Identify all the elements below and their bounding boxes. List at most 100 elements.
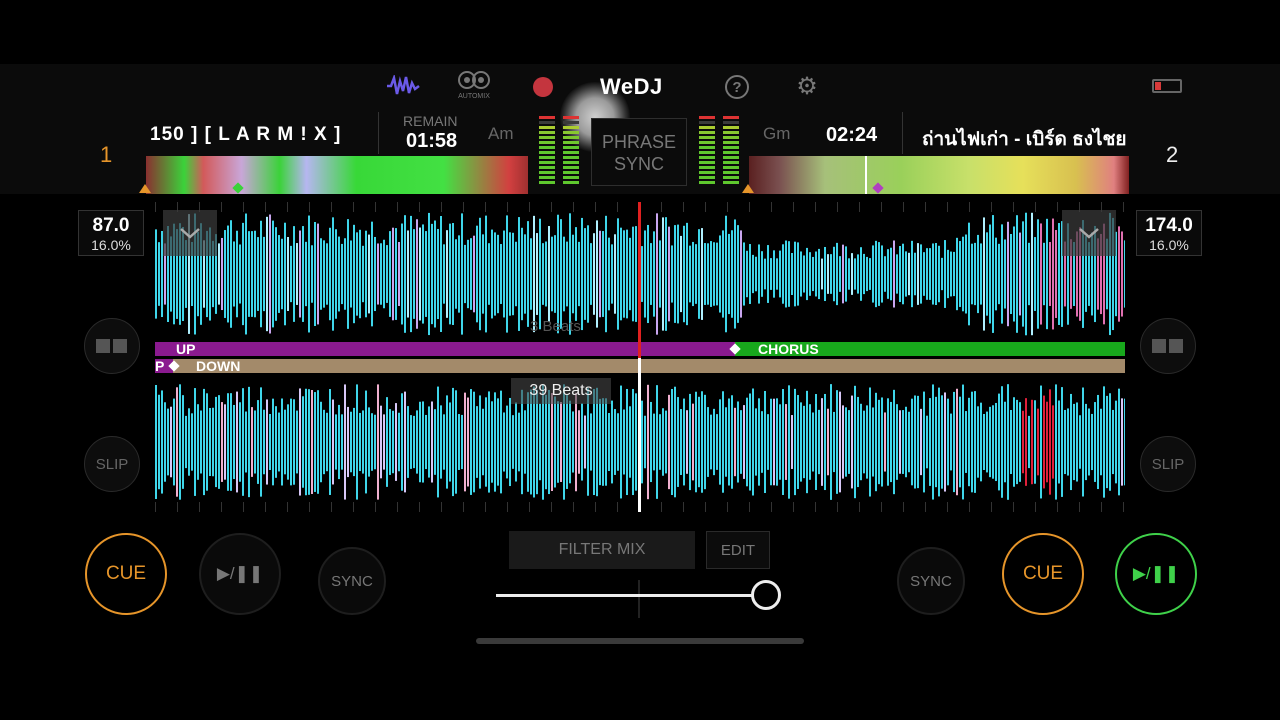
waveform-bar [425, 414, 427, 470]
divider [378, 112, 379, 154]
waveform-bar [737, 401, 739, 483]
record-button[interactable] [533, 77, 553, 97]
waveform-bar [761, 251, 763, 297]
deck2-cue-button[interactable]: CUE [1002, 533, 1084, 615]
waveform-bar [770, 398, 772, 486]
waveform-bar [437, 228, 439, 320]
waveform-bar [263, 236, 265, 312]
waveform-bar [803, 255, 805, 293]
waveform-bar [629, 237, 631, 311]
help-icon[interactable]: ? [725, 75, 749, 99]
waveform-bar [848, 258, 850, 290]
deck1-sync-button[interactable]: SYNC [318, 547, 386, 615]
waveform-bar [992, 215, 994, 333]
deck2-bpm-display[interactable]: 174.0 16.0% [1136, 210, 1202, 256]
waveform-bar [1103, 386, 1105, 498]
waveform-bar [797, 395, 799, 489]
waveform-bar [539, 218, 541, 330]
waveform-bar [530, 238, 532, 310]
phrase-sync-button[interactable]: PHRASE SYNC [591, 118, 687, 186]
waveform-bar [257, 237, 259, 311]
deck1-time[interactable]: 01:58 [406, 130, 457, 153]
waveform-bar [974, 242, 976, 306]
waveform-bar [839, 256, 841, 292]
deck1-track-title[interactable]: 150 ] [ L A R M ! X ] [150, 124, 376, 146]
deck2-time[interactable]: 02:24 [826, 124, 877, 147]
deck2-pad-toggle[interactable] [1140, 318, 1196, 374]
battery-icon [1152, 79, 1182, 93]
waveform-bar [989, 406, 991, 478]
deck1-pad-toggle[interactable] [84, 318, 140, 374]
automix-button[interactable]: AUTOMIX [452, 70, 496, 104]
waveform-bar [785, 240, 787, 308]
waveform-bar [266, 216, 268, 332]
waveform-bar [284, 222, 286, 326]
waveform-bar [440, 216, 442, 332]
waveform-bar [548, 389, 550, 495]
waveform-bar [536, 233, 538, 315]
deck2-sync-button[interactable]: SYNC [897, 547, 965, 615]
edit-button[interactable]: EDIT [706, 531, 770, 569]
waveform-bar [563, 236, 565, 312]
waveform-bar [1019, 402, 1021, 482]
deck1-cue-button[interactable]: CUE [85, 533, 167, 615]
waveform-bar [353, 224, 355, 324]
filter-mix-button[interactable]: FILTER MIX [509, 531, 695, 569]
waveform-bar [278, 412, 280, 472]
deck2-track-title[interactable]: ถ่านไฟเก่า - เบิร์ด ธงไชย [922, 124, 1128, 154]
waveform-bar [1094, 402, 1096, 482]
waveform-bar [236, 230, 238, 318]
waveform-bar [572, 411, 574, 473]
waveform-bar [878, 399, 880, 485]
waveform-bar [1046, 401, 1048, 483]
deck1-bpm-display[interactable]: 87.0 16.0% [78, 210, 144, 256]
waveform-bar [707, 407, 709, 477]
deck1-play-pause-button[interactable]: ▶/❚❚ [199, 533, 281, 615]
deck2-slip-button[interactable]: SLIP [1140, 436, 1196, 492]
waveform-bar [368, 407, 370, 477]
waveform-bar [773, 398, 775, 486]
waveform-bar [923, 391, 925, 493]
waveform-bar [995, 237, 997, 311]
waveform-bar [980, 243, 982, 305]
waveform-bar [704, 243, 706, 305]
waveform-bar [698, 229, 700, 319]
waveform-bar [848, 410, 850, 474]
deck2-play-pause-button[interactable]: ▶/❚❚ [1115, 533, 1197, 615]
waveform-bar [743, 405, 745, 479]
waveform-bar [281, 398, 283, 486]
waveform-bar [914, 252, 916, 296]
waveform-bar [629, 406, 631, 478]
waveform-bar [1013, 226, 1015, 322]
deck1-collapse-button[interactable] [163, 210, 217, 256]
waveform-bar [635, 393, 637, 491]
waveform-bar [287, 237, 289, 311]
waveform-bar [275, 227, 277, 321]
waveform-bar [1031, 399, 1033, 485]
waveform-bar [236, 391, 238, 493]
waveform-bar [1124, 398, 1125, 486]
waveform-bar [644, 230, 646, 318]
waveform-bar [764, 390, 766, 494]
waveform-bar [566, 241, 568, 307]
waveform-bar [980, 402, 982, 482]
gear-icon[interactable]: ⚙ [795, 73, 819, 100]
deck1-slip-button[interactable]: SLIP [84, 436, 140, 492]
deck1-overview-waveform[interactable] [146, 156, 528, 194]
waveform-bar [557, 214, 559, 334]
waveform-bar [560, 402, 562, 482]
deck2-overview-waveform[interactable] [749, 156, 1129, 194]
waveform-bar [551, 393, 553, 491]
waveform-bar [932, 384, 934, 500]
waveform-bar [692, 241, 694, 307]
crossfader-track[interactable] [496, 594, 780, 597]
waveform-bar [677, 224, 679, 324]
waveform-icon[interactable] [384, 72, 422, 100]
waveform-bar [917, 243, 919, 305]
deck2-beats-indicator: 39 Beats [511, 378, 611, 404]
waveform-bar [545, 394, 547, 490]
crossfader-knob[interactable] [750, 580, 781, 610]
waveform-bar [221, 402, 223, 482]
deck2-collapse-button[interactable] [1062, 210, 1116, 256]
waveform-bar [338, 404, 340, 480]
